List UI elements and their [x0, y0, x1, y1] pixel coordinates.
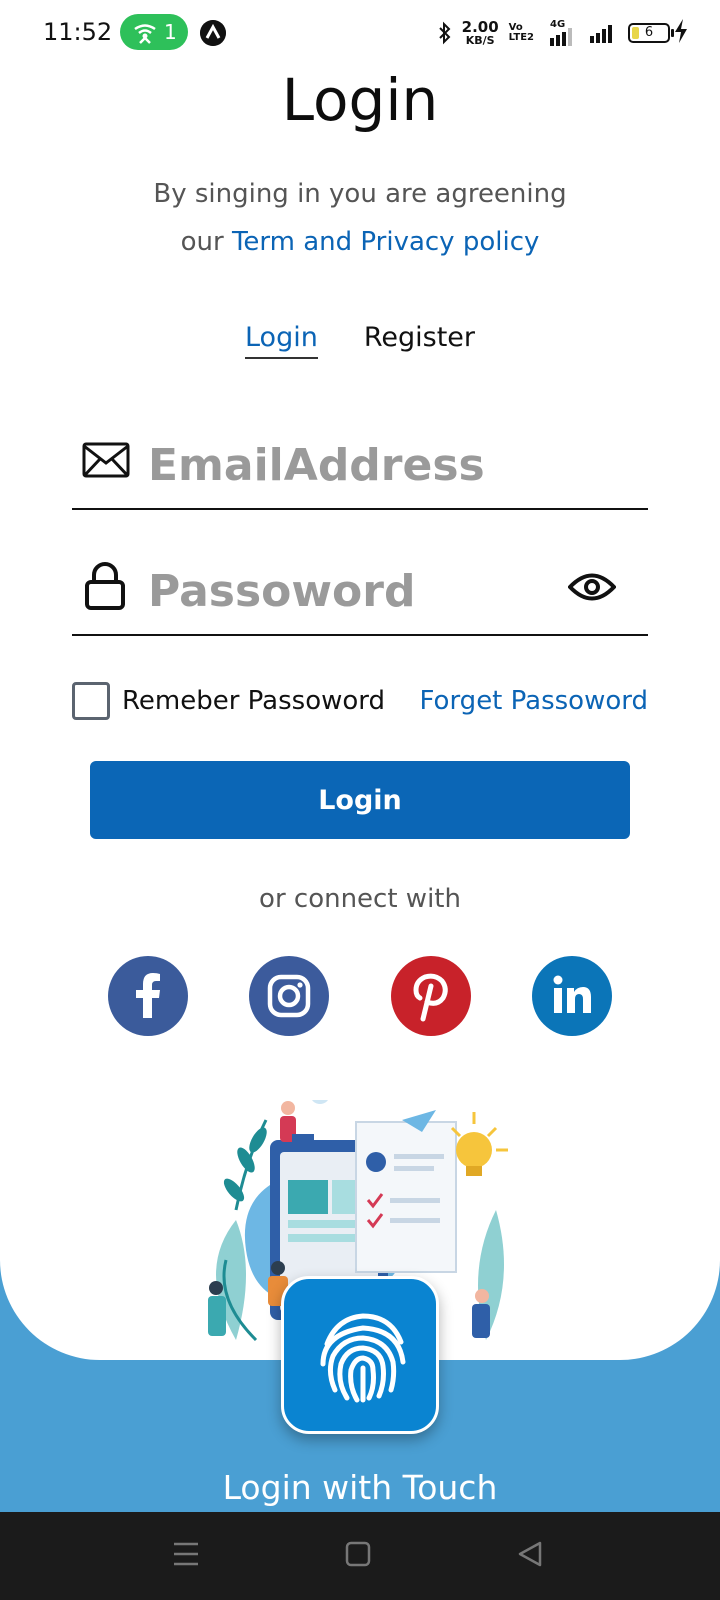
back-icon[interactable] [516, 1540, 544, 1568]
linkedin-icon [553, 975, 591, 1013]
app-icon [200, 20, 226, 46]
remember-label: Remeber Passoword [122, 686, 386, 716]
volte-bottom: LTE2 [508, 32, 534, 43]
status-bar: 11:52 1 2.00 KB/S Vo LTE2 4G 6 [0, 0, 720, 64]
battery-level: 6 [644, 25, 654, 40]
terms-privacy-link[interactable]: Term and Privacy policy [232, 227, 539, 257]
fingerprint-icon [320, 1313, 406, 1403]
pinterest-button[interactable] [391, 956, 471, 1036]
speed-unit: KB/S [465, 34, 495, 47]
forget-password-link[interactable]: Forget Passoword [420, 686, 648, 716]
connect-label: or connect with [259, 884, 461, 914]
auth-tabs: Login Register [0, 322, 720, 359]
status-time: 11:52 [43, 18, 113, 46]
instagram-button[interactable] [249, 956, 329, 1036]
signal-4g-icon: 4G [544, 20, 578, 46]
network-speed: 2.00 KB/S [461, 18, 499, 47]
battery-icon: 6 [628, 23, 674, 43]
agreement-line-1: By singing in you are agreening [153, 179, 567, 209]
charging-icon [675, 19, 687, 43]
show-password-eye-icon[interactable] [568, 570, 616, 604]
tab-login[interactable]: Login [244, 322, 318, 359]
email-input[interactable] [148, 430, 538, 500]
page-title: Login [281, 66, 439, 134]
fingerprint-button[interactable] [281, 1276, 439, 1434]
status-icons: 2.00 KB/S Vo LTE2 4G 6 [438, 16, 674, 50]
agreement-text: By singing in you are agreening our Term… [0, 170, 720, 266]
hotspot-badge: 1 [120, 14, 188, 50]
facebook-button[interactable] [108, 956, 188, 1036]
pinterest-icon [413, 973, 448, 1022]
hotspot-icon [134, 24, 156, 44]
instagram-icon [267, 974, 311, 1018]
password-input[interactable] [148, 556, 538, 626]
volte-indicator: Vo LTE2 [509, 23, 534, 43]
mail-icon [82, 442, 130, 478]
email-field-container [72, 420, 648, 510]
system-nav-bar [0, 1512, 720, 1600]
bluetooth-icon [438, 21, 451, 45]
home-icon[interactable] [344, 1540, 372, 1568]
agreement-prefix: our [180, 227, 232, 257]
speed-value: 2.00 [461, 18, 499, 36]
signal-icon [590, 25, 612, 43]
lock-icon [85, 562, 125, 610]
touch-login-label: Login with Touch [222, 1468, 498, 1507]
agreement-line-2: our Term and Privacy policy [0, 218, 720, 266]
facebook-icon [136, 973, 160, 1018]
login-button[interactable]: Login [90, 761, 630, 839]
remember-password[interactable]: Remeber Passoword [72, 682, 385, 720]
remember-checkbox[interactable] [72, 682, 110, 720]
password-field-container [72, 546, 648, 636]
linkedin-button[interactable] [532, 956, 612, 1036]
hotspot-count: 1 [164, 20, 177, 44]
menu-icon[interactable] [172, 1540, 200, 1568]
tab-register[interactable]: Register [364, 322, 475, 359]
